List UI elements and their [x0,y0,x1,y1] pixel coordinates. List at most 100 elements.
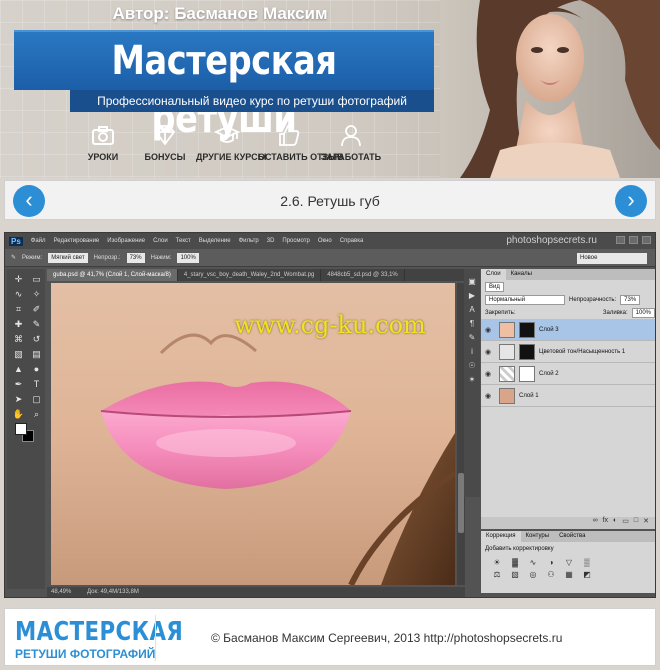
layer-row[interactable]: ◉ Слой 3 [481,319,655,341]
move-tool-icon[interactable]: ✛ [10,272,27,286]
photo-filter-icon[interactable]: ◎ [527,570,539,579]
eye-icon[interactable]: ◉ [485,326,495,334]
blur-tool-icon[interactable]: ▲ [10,362,27,376]
brush-tool-icon[interactable]: ✎ [11,254,16,261]
layer-row[interactable]: ◉ Слой 1 [481,385,655,407]
zoom-tool-icon[interactable]: ⌕ [28,407,45,421]
quick-select-tool-icon[interactable]: ✧ [28,287,45,301]
black-white-icon[interactable]: ▧ [509,570,521,579]
actions-panel-icon[interactable]: ▶ [469,291,475,300]
document-canvas[interactable] [51,283,455,585]
layer-mask-thumbnail[interactable] [519,343,535,360]
tab-paths[interactable]: Контуры [521,531,555,542]
dodge-tool-icon[interactable]: ● [28,362,45,376]
marquee-tool-icon[interactable]: ▭ [28,272,45,286]
nav-item-earn[interactable]: ЗАРАБОТАТЬ [320,120,382,170]
close-button[interactable] [642,236,651,244]
brush-panel-icon[interactable]: ✎ [469,333,476,342]
nav-item-bonuses[interactable]: БОНУСЫ [134,120,196,170]
tab-layers[interactable]: Слои [481,269,506,280]
hue-saturation-icon[interactable]: ▒ [581,558,593,567]
ps-menu-filter[interactable]: Фильтр [239,238,259,244]
minimize-button[interactable] [616,236,625,244]
trash-icon[interactable]: ✕ [643,517,649,529]
history-brush-tool-icon[interactable]: ↺ [28,332,45,346]
eye-icon[interactable]: ◉ [485,348,495,356]
healing-tool-icon[interactable]: ✚ [10,317,27,331]
exposure-icon[interactable]: ◑ [545,558,557,567]
ps-menu-edit[interactable]: Редактирование [54,238,100,244]
crop-tool-icon[interactable]: ⌗ [10,302,27,316]
vibrance-icon[interactable]: ▽ [563,558,575,567]
path-select-tool-icon[interactable]: ➤ [10,392,27,406]
new-layer-icon[interactable]: □ [634,517,638,529]
document-tab[interactable]: 4848cb5_sd.psd @ 33,1% [321,269,405,281]
layer-row[interactable]: ◉ Цветовой тон/Насыщенность 1 [481,341,655,363]
color-lookup-icon[interactable]: ▦ [563,570,575,579]
nav-item-leave-review[interactable]: ОСТАВИТЬ ОТЗЫВ [258,120,344,170]
navigator-panel-icon[interactable]: ☉ [468,361,475,370]
stamp-tool-icon[interactable]: ⌘ [10,332,27,346]
info-panel-icon[interactable]: i [471,347,473,356]
tab-adjustments[interactable]: Коррекция [481,531,521,542]
document-tab[interactable]: 4_stary_vsc_boy_death_Waley_2nd_Wombat.p… [178,269,322,281]
ps-menu-3d[interactable]: 3D [267,238,275,244]
ps-menu-layers[interactable]: Слои [153,238,168,244]
nav-item-lessons[interactable]: УРОКИ [72,120,134,170]
levels-icon[interactable]: ▓ [509,558,521,567]
eyedropper-tool-icon[interactable]: ✐ [28,302,45,316]
link-icon[interactable]: ∞ [593,517,598,529]
layer-row[interactable]: ◉ Слой 2 [481,363,655,385]
brightness-icon[interactable]: ☀ [491,558,503,567]
ps-menu-help[interactable]: Справка [340,238,364,244]
curves-icon[interactable]: ∿ [527,558,539,567]
maximize-button[interactable] [629,236,638,244]
layer-opacity-field[interactable]: 73% [620,294,641,305]
add-mask-icon[interactable]: ◐ [613,517,617,529]
paragraph-panel-icon[interactable]: ¶ [470,319,474,328]
layer-mask-thumbnail[interactable] [519,365,535,382]
ps-menu-file[interactable]: Файл [31,238,46,244]
blend-mode-select[interactable]: Нормальный [485,294,565,305]
lasso-tool-icon[interactable]: ∿ [10,287,27,301]
eye-icon[interactable]: ◉ [485,392,495,400]
layers-panel: Слои Каналы Вид Нормальный Непрозрачност… [481,269,655,529]
ps-menu-view[interactable]: Просмотр [282,238,309,244]
footer-copyright: © Басманов Максим Сергеевич, 2013 http:/… [211,631,563,645]
ps-menu-window[interactable]: Окно [318,238,332,244]
workspace-select[interactable]: Новое [577,253,647,264]
styles-panel-icon[interactable]: ✶ [469,375,476,384]
flow-field[interactable]: 100% [177,252,199,263]
foreground-color-swatch[interactable] [15,423,27,435]
tab-properties[interactable]: Свойства [554,531,590,542]
layer-fill-field[interactable]: 100% [631,307,655,318]
eraser-tool-icon[interactable]: ▧ [10,347,27,361]
fx-icon[interactable]: fx [603,517,608,529]
layer-kind-select[interactable]: Вид [485,281,504,292]
character-panel-icon[interactable]: A [469,305,474,314]
opacity-field[interactable]: 73% [126,252,145,263]
document-tab[interactable]: guba.psd @ 41,7% (Слой 1, Слой-маска/8) [47,269,178,281]
color-balance-icon[interactable]: ⚖ [491,570,503,579]
tab-channels[interactable]: Каналы [506,269,537,280]
channel-mixer-icon[interactable]: ⚇ [545,570,557,579]
new-group-icon[interactable]: ▭ [622,517,629,529]
mode-select[interactable]: Мягкий свет [48,252,88,263]
eye-icon[interactable]: ◉ [485,370,495,378]
author-label: Автор: Басманов Максим [112,4,328,23]
ps-menu-select[interactable]: Выделение [199,238,231,244]
nav-item-other-courses[interactable]: ДРУГИЕ КУРСЫ [196,120,266,170]
layer-mask-thumbnail[interactable] [519,321,535,338]
shape-tool-icon[interactable]: ▢ [28,392,45,406]
ps-menu-image[interactable]: Изображение [107,238,145,244]
gradient-tool-icon[interactable]: ▤ [28,347,45,361]
hand-tool-icon[interactable]: ✋ [10,407,27,421]
pen-tool-icon[interactable]: ✒ [10,377,27,391]
next-lesson-button[interactable]: › [615,185,647,217]
zoom-level[interactable]: 48,49% [51,589,71,595]
ps-menu-type[interactable]: Текст [176,238,191,244]
invert-icon[interactable]: ◩ [581,570,593,579]
history-panel-icon[interactable]: ▣ [468,277,476,286]
brush-tool-icon[interactable]: ✎ [28,317,45,331]
type-tool-icon[interactable]: T [28,377,45,391]
